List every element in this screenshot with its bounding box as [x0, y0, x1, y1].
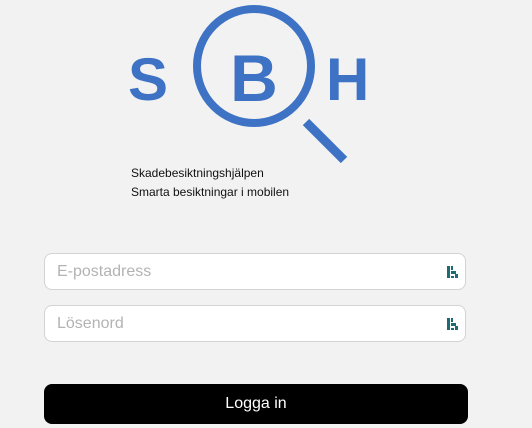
- sbh-logo-graphic: S B H: [128, 5, 369, 164]
- logo-letter-b: B: [230, 41, 278, 115]
- sbh-logo: S B H: [126, 0, 386, 168]
- tagline: Skadebesiktningshjälpen Smarta besiktnin…: [131, 164, 289, 202]
- magnifier-handle-icon: [302, 118, 348, 164]
- password-manager-icon[interactable]: [447, 265, 459, 279]
- logo-letter-s: S: [128, 46, 168, 113]
- logo-letter-h: H: [326, 46, 369, 113]
- password-input[interactable]: [57, 306, 437, 341]
- password-manager-icon[interactable]: [447, 317, 459, 331]
- tagline-title: Skadebesiktningshjälpen: [131, 166, 264, 180]
- tagline-subtitle: Smarta besiktningar i mobilen: [131, 185, 290, 199]
- email-field[interactable]: [44, 253, 466, 290]
- password-field[interactable]: [44, 305, 466, 342]
- login-button[interactable]: Logga in: [44, 384, 468, 424]
- email-input[interactable]: [57, 254, 437, 289]
